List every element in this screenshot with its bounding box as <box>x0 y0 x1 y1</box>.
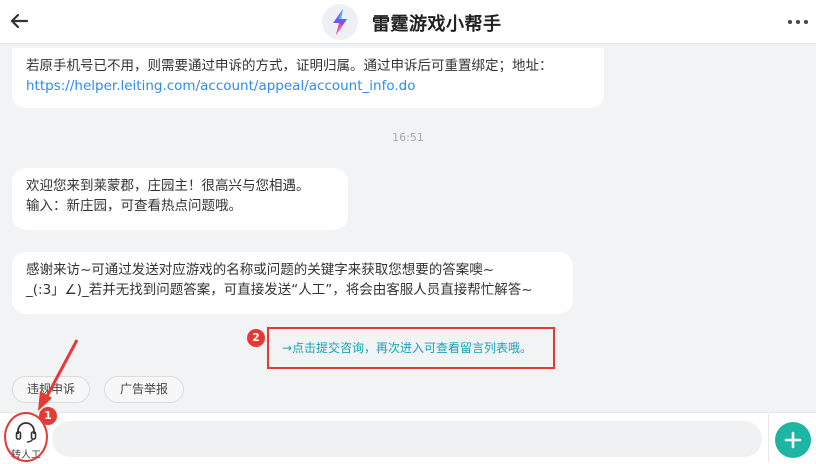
plus-button[interactable] <box>775 422 811 458</box>
message-text: 若原手机号已不用，则需要通过申诉的方式，证明归属。通过申诉后可重置绑定；地址： <box>26 58 553 74</box>
message-bubble: 感谢来访~可通过发送对应游戏的名称或问题的关键字来获取您想要的答案噢~ _(:3… <box>12 252 573 314</box>
annotation-badge: 1 <box>39 407 57 425</box>
plus-icon <box>784 431 802 449</box>
annotation-badge: 2 <box>247 329 265 347</box>
more-dots-icon[interactable] <box>786 10 810 34</box>
quick-reply-chip[interactable]: 违规申诉 <box>12 376 90 403</box>
appeal-link[interactable]: https://helper.leiting.com/account/appea… <box>26 78 415 94</box>
quick-reply-chip[interactable]: 广告举报 <box>104 376 184 403</box>
thunder-logo-icon <box>322 4 358 40</box>
page-title: 雷霆游戏小帮手 <box>372 14 502 35</box>
message-bubble: 若原手机号已不用，则需要通过申诉的方式，证明归属。通过申诉后可重置绑定；地址： … <box>12 48 604 108</box>
submit-inquiry-link[interactable]: →点击提交咨询，再次进入可查看留言列表哦。 <box>282 339 532 356</box>
back-arrow-icon[interactable] <box>6 8 32 34</box>
message-bubble: 欢迎您来到莱蒙郡，庄园主！很高兴与您相遇。 输入：新庄园，可查看热点问题哦。 <box>12 168 348 230</box>
message-line: 输入：新庄园，可查看热点问题哦。 <box>26 198 242 214</box>
message-line: 欢迎您来到莱蒙郡，庄园主！很高兴与您相遇。 <box>26 178 310 194</box>
divider <box>768 414 769 462</box>
message-input[interactable] <box>52 421 762 457</box>
message-timestamp: 16:51 <box>392 131 424 144</box>
chat-header: 雷霆游戏小帮手 <box>0 0 816 44</box>
message-line: 感谢来访~可通过发送对应游戏的名称或问题的关键字来获取您想要的答案噢~ <box>26 262 495 278</box>
message-line: _(:3」∠)_若并无找到问题答案，可直接发送“人工”，将会由客服人员直接帮忙解… <box>26 282 533 298</box>
